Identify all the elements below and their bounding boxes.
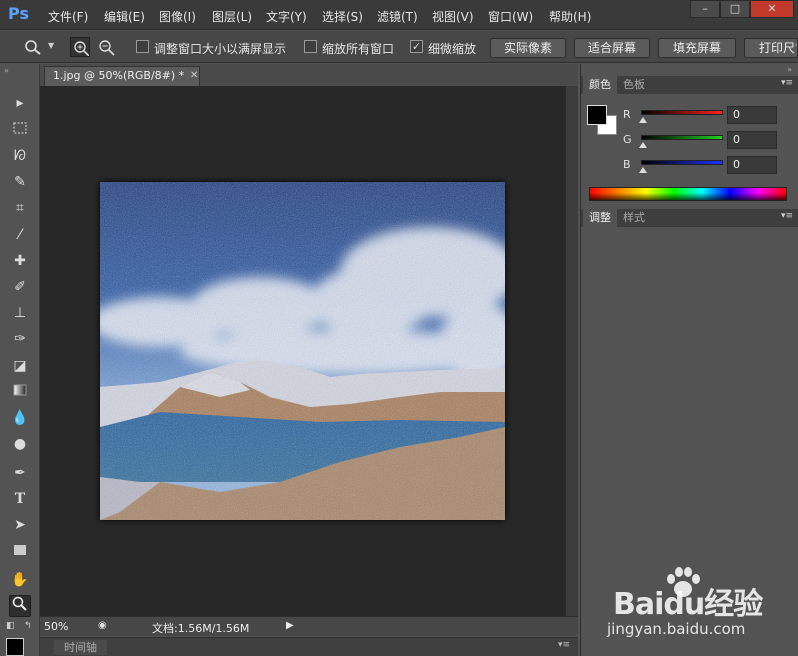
swap-colors-icon[interactable]: ↰ xyxy=(24,621,32,631)
zoom-tool-icon[interactable] xyxy=(9,595,31,617)
document-tab-bar: 1.jpg @ 50%(RGB/8#) * ✕ xyxy=(40,64,578,86)
menu-view[interactable]: 视图(V) xyxy=(432,8,474,25)
timeline-menu-icon[interactable]: ▾≡ xyxy=(558,640,570,650)
fit-screen-button[interactable]: 适合屏幕 xyxy=(574,38,650,58)
red-channel-slider[interactable] xyxy=(641,110,723,115)
foreground-color-swatch-panel[interactable] xyxy=(587,105,607,125)
fill-screen-button[interactable]: 填充屏幕 xyxy=(658,38,736,58)
green-channel-row: G 0 xyxy=(623,131,783,151)
zoom-all-label: 缩放所有窗口 xyxy=(322,42,395,56)
resize-windows-checkbox[interactable] xyxy=(136,40,149,53)
document-tab[interactable]: 1.jpg @ 50%(RGB/8#) * ✕ xyxy=(44,66,200,86)
crop-tool-icon[interactable]: ⌗ xyxy=(9,197,31,219)
green-channel-label: G xyxy=(623,133,632,146)
green-channel-slider[interactable] xyxy=(641,135,723,140)
zoom-out-icon[interactable] xyxy=(96,37,116,57)
status-bar: 50% ◉ 文档:1.56M/1.56M ▶ xyxy=(40,616,578,636)
menu-image[interactable]: 图像(I) xyxy=(159,8,196,25)
color-spectrum-bar[interactable] xyxy=(589,187,787,201)
tab-close-icon[interactable]: ✕ xyxy=(190,67,198,85)
blue-channel-label: B xyxy=(623,158,631,171)
menu-file[interactable]: 文件(F) xyxy=(48,8,88,25)
status-icon[interactable]: ◉ xyxy=(98,620,107,631)
zoom-percentage[interactable]: 50% xyxy=(44,620,68,633)
close-button[interactable]: ✕ xyxy=(750,0,794,18)
menu-edit[interactable]: 编辑(E) xyxy=(104,8,145,25)
toolbox-collapse-icon[interactable]: » xyxy=(4,66,9,75)
preset-dropdown-icon[interactable]: ▼ xyxy=(48,41,54,50)
baidu-watermark: Baidu经验 jingyan.baidu.com xyxy=(585,565,795,645)
blue-value-input[interactable]: 0 xyxy=(727,156,777,174)
blue-slider-thumb[interactable] xyxy=(639,167,647,173)
document-tab-title: 1.jpg @ 50%(RGB/8#) * xyxy=(53,69,185,82)
green-slider-thumb[interactable] xyxy=(639,142,647,148)
move-tool-icon[interactable]: ▸ xyxy=(9,92,31,114)
menu-window[interactable]: 窗口(W) xyxy=(488,8,533,25)
status-menu-arrow-icon[interactable]: ▶ xyxy=(286,620,294,631)
toolbox: » ▸ ᘗ ✎ ⌗ ⁄ ✚ ✐ ⊥ ✑ ◪ 💧 ● ✒ T ➤ ✋ ◧ ↰ xyxy=(0,64,40,656)
history-brush-tool-icon[interactable]: ✑ xyxy=(9,328,31,350)
quick-selection-tool-icon[interactable]: ✎ xyxy=(9,171,31,193)
menu-layer[interactable]: 图层(L) xyxy=(212,8,252,25)
vertical-scrollbar[interactable] xyxy=(565,86,578,616)
green-value-input[interactable]: 0 xyxy=(727,131,777,149)
scrubby-zoom-checkbox[interactable]: ✓ xyxy=(410,40,423,53)
watermark-url: jingyan.baidu.com xyxy=(607,620,746,638)
blue-channel-row: B 0 xyxy=(623,156,783,176)
menu-filter[interactable]: 滤镜(T) xyxy=(377,8,418,25)
document-info: 文档:1.56M/1.56M xyxy=(152,622,250,635)
watermark-brand: Baidu经验 xyxy=(613,587,763,622)
healing-brush-tool-icon[interactable]: ✚ xyxy=(9,250,31,272)
red-slider-thumb[interactable] xyxy=(639,117,647,123)
pen-tool-icon[interactable]: ✒ xyxy=(9,462,31,484)
default-colors-icon[interactable]: ◧ xyxy=(6,621,15,631)
minimize-button[interactable]: – xyxy=(690,0,720,18)
eyedropper-tool-icon[interactable]: ⁄ xyxy=(9,224,31,246)
resize-windows-label: 调整窗口大小以满屏显示 xyxy=(154,42,287,56)
tab-styles[interactable]: 样式 xyxy=(617,209,651,227)
print-size-button[interactable]: 打印尺寸 xyxy=(744,38,798,58)
menu-bar: Ps 文件(F) 编辑(E) 图像(I) 图层(L) 文字(Y) 选择(S) 滤… xyxy=(0,0,798,30)
color-panel-tabs: 颜色 色板 ▾≡ xyxy=(581,76,798,94)
red-channel-label: R xyxy=(623,108,631,121)
zoom-tool-preset-icon[interactable] xyxy=(24,39,42,55)
zoom-in-icon[interactable] xyxy=(70,37,90,57)
blur-tool-icon[interactable]: 💧 xyxy=(9,407,31,429)
landscape-photo[interactable] xyxy=(100,182,505,520)
foreground-color-swatch[interactable] xyxy=(6,638,24,656)
path-selection-tool-icon[interactable]: ➤ xyxy=(9,514,31,536)
adjustments-panel-tabs: 调整 样式 ▾≡ xyxy=(581,209,798,227)
lasso-tool-icon[interactable]: ᘗ xyxy=(9,145,31,167)
clone-stamp-tool-icon[interactable]: ⊥ xyxy=(9,302,31,324)
hand-tool-icon[interactable]: ✋ xyxy=(9,569,31,591)
gradient-tool-icon[interactable] xyxy=(9,381,31,403)
type-tool-icon[interactable]: T xyxy=(9,488,31,510)
timeline-bar: 时间轴 ▾≡ xyxy=(40,637,578,656)
adjust-panel-menu-icon[interactable]: ▾≡ xyxy=(781,211,793,221)
color-panel-menu-icon[interactable]: ▾≡ xyxy=(781,78,793,88)
blue-channel-slider[interactable] xyxy=(641,160,723,165)
eraser-tool-icon[interactable]: ◪ xyxy=(9,355,31,377)
menu-type[interactable]: 文字(Y) xyxy=(266,8,307,25)
tab-color[interactable]: 颜色 xyxy=(583,76,617,94)
menu-help[interactable]: 帮助(H) xyxy=(549,8,591,25)
timeline-tab[interactable]: 时间轴 xyxy=(54,640,107,655)
dodge-tool-icon[interactable]: ● xyxy=(9,433,31,455)
zoom-all-checkbox[interactable] xyxy=(304,40,317,53)
marquee-tool-icon[interactable] xyxy=(9,119,31,141)
brush-tool-icon[interactable]: ✐ xyxy=(9,276,31,298)
options-bar: ▼ 调整窗口大小以满屏显示 缩放所有窗口 ✓ 细微缩放 实际像素 适合屏幕 填充… xyxy=(0,31,798,63)
red-channel-row: R 0 xyxy=(623,106,783,126)
red-value-input[interactable]: 0 xyxy=(727,106,777,124)
tab-adjustments[interactable]: 调整 xyxy=(583,209,617,227)
tab-swatches[interactable]: 色板 xyxy=(617,76,651,94)
actual-pixels-button[interactable]: 实际像素 xyxy=(490,38,566,58)
menu-select[interactable]: 选择(S) xyxy=(322,8,363,25)
photoshop-logo: Ps xyxy=(8,4,29,23)
panel-collapse-icon[interactable]: » xyxy=(787,65,792,74)
scrubby-zoom-label: 细微缩放 xyxy=(428,42,477,56)
maximize-button[interactable]: □ xyxy=(720,0,750,18)
rectangle-tool-icon[interactable] xyxy=(9,541,31,563)
